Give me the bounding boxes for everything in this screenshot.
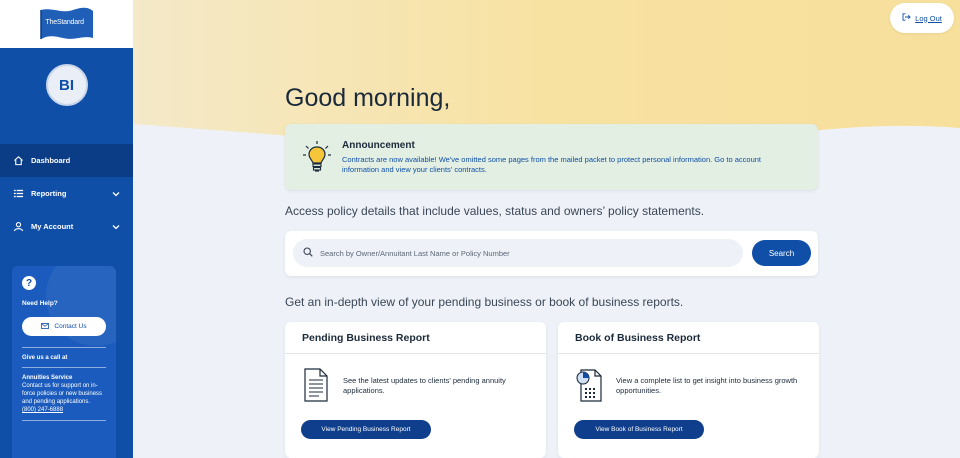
user-icon <box>12 221 24 233</box>
divider <box>285 353 546 354</box>
home-icon <box>12 155 24 167</box>
service-description: Contact us for support on in-force polic… <box>22 383 103 405</box>
sidebar-item-label: Dashboard <box>31 156 71 165</box>
pending-business-report-card: Pending Business Report See the latest u… <box>285 322 546 458</box>
chevron-down-icon <box>111 189 121 199</box>
view-book-of-business-report-button[interactable]: View Book of Business Report <box>574 420 704 439</box>
main-content: Log Out Good morning, Announcement Contr… <box>133 0 960 458</box>
logout-button[interactable]: Log Out <box>890 3 954 33</box>
divider <box>22 347 106 348</box>
logo-area: TheStandard <box>0 0 133 48</box>
sidebar: TheStandard BI Dashboard Reporting My Ac… <box>0 0 133 458</box>
service-title: Annuities Service <box>22 375 73 381</box>
view-pending-business-report-button[interactable]: View Pending Business Report <box>301 420 431 439</box>
card-title: Book of Business Report <box>575 332 701 344</box>
logout-icon <box>902 13 911 23</box>
announcement-title: Announcement <box>342 140 415 151</box>
lightbulb-icon <box>303 141 331 172</box>
search-card: Search <box>285 231 818 276</box>
document-icon <box>304 368 328 402</box>
book-of-business-report-card: Book of Business Report View a complete … <box>558 322 819 458</box>
call-label: Give us a call at <box>22 355 68 361</box>
card-title: Pending Business Report <box>302 332 430 344</box>
avatar[interactable]: BI <box>45 64 88 106</box>
sidebar-item-label: My Account <box>31 222 74 231</box>
reports-description: Get an in-depth view of your pending bus… <box>285 295 684 309</box>
contact-us-label: Contact Us <box>54 323 87 330</box>
help-title: Need Help? <box>22 300 58 307</box>
access-description: Access policy details that include value… <box>285 204 705 218</box>
divider <box>558 353 819 354</box>
list-icon <box>12 188 24 200</box>
sidebar-item-reporting[interactable]: Reporting <box>0 177 133 210</box>
phone-link[interactable]: (800) 247-6888 <box>22 407 106 413</box>
contact-us-button[interactable]: Contact Us <box>22 317 106 336</box>
standard-logo[interactable]: TheStandard <box>39 6 95 42</box>
announcement-banner: Announcement Contracts are now available… <box>285 124 818 190</box>
search-input[interactable] <box>320 248 720 258</box>
divider <box>22 367 106 368</box>
announcement-text: Contracts are now available! We've omitt… <box>342 155 762 174</box>
sidebar-item-label: Reporting <box>31 189 67 198</box>
greeting-heading: Good morning, <box>285 84 451 112</box>
search-button[interactable]: Search <box>752 240 811 266</box>
search-field[interactable] <box>293 239 743 267</box>
divider <box>22 420 106 421</box>
chevron-down-icon <box>111 222 121 232</box>
avatar-area: BI <box>0 48 133 144</box>
help-card: ? Need Help? Contact Us Give us a call a… <box>12 266 116 458</box>
search-icon <box>303 244 313 262</box>
logo-text: TheStandard <box>45 19 84 26</box>
report-chart-icon <box>576 369 602 402</box>
sidebar-item-my-account[interactable]: My Account <box>0 210 133 243</box>
logout-label: Log Out <box>915 13 942 23</box>
mail-icon <box>41 322 50 331</box>
card-description: See the latest updates to clients' pendi… <box>343 376 506 395</box>
sidebar-item-dashboard[interactable]: Dashboard <box>0 144 133 177</box>
card-description: View a complete list to get insight into… <box>616 376 798 395</box>
question-icon: ? <box>22 276 36 290</box>
